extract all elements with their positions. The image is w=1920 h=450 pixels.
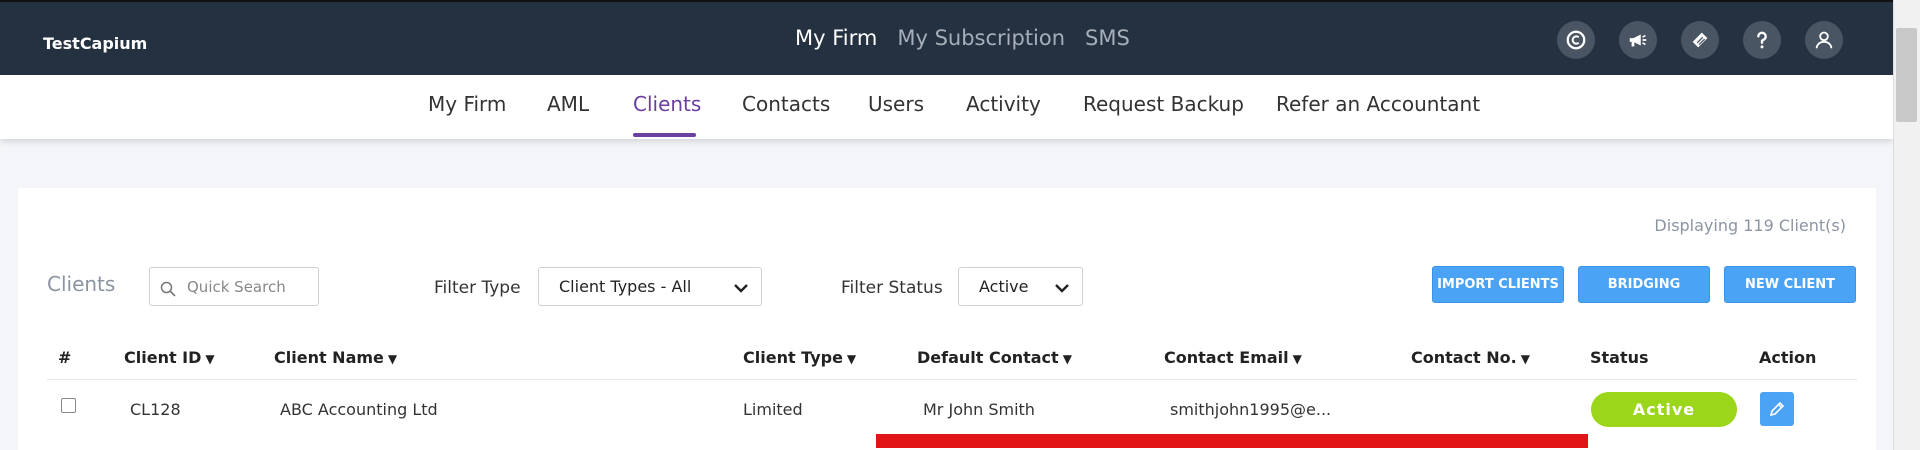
tab-users[interactable]: Users <box>868 92 924 116</box>
tab-my-firm[interactable]: My Firm <box>428 92 506 116</box>
chevron-down-icon <box>734 284 748 293</box>
import-clients-button[interactable]: IMPORT CLIENTS <box>1432 266 1564 303</box>
filter-status-select[interactable]: Active <box>958 267 1083 306</box>
quick-search-input[interactable]: Quick Search <box>149 267 319 306</box>
top-nav-sms[interactable]: SMS <box>1085 26 1130 50</box>
brand-name[interactable]: TestCapium <box>43 34 147 53</box>
sub-nav: My Firm AML Clients Contacts Users Activ… <box>0 75 1893 139</box>
bridging-button[interactable]: BRIDGING <box>1578 266 1710 303</box>
filter-status-label: Filter Status <box>841 278 943 298</box>
top-nav-my-firm[interactable]: My Firm <box>795 26 877 50</box>
cell-client-name[interactable]: ABC Accounting Ltd <box>280 400 438 419</box>
sort-icon[interactable]: ▼ <box>388 352 397 366</box>
tab-activity[interactable]: Activity <box>966 92 1041 116</box>
filter-type-label: Filter Type <box>434 278 521 298</box>
top-bar: TestCapium My Firm My Subscription SMS <box>0 0 1893 75</box>
sort-icon[interactable]: ▼ <box>847 352 856 366</box>
cell-client-id: CL128 <box>130 400 181 419</box>
header-divider <box>47 379 1857 380</box>
clients-card: Displaying 119 Client(s) Clients Quick S… <box>18 188 1876 450</box>
col-status: Status <box>1590 348 1649 367</box>
cell-contact-email: smithjohn1995@e... <box>1170 400 1332 419</box>
clients-heading: Clients <box>47 272 116 296</box>
search-placeholder: Quick Search <box>187 278 286 296</box>
filter-status-value: Active <box>979 277 1029 296</box>
sort-icon[interactable]: ▼ <box>1293 352 1302 366</box>
ticket-icon[interactable] <box>1681 21 1719 59</box>
new-client-button[interactable]: NEW CLIENT <box>1724 266 1856 303</box>
filter-type-select[interactable]: Client Types - All <box>538 267 762 306</box>
col-client-type-label: Client Type <box>743 348 843 367</box>
help-icon[interactable] <box>1743 21 1781 59</box>
tab-contacts[interactable]: Contacts <box>742 92 830 116</box>
col-client-id-label: Client ID <box>124 348 202 367</box>
redaction-bar <box>876 434 1588 448</box>
top-nav-my-subscription[interactable]: My Subscription <box>897 26 1065 50</box>
col-client-id[interactable]: Client ID ▼ <box>124 348 215 367</box>
search-icon <box>160 281 176 297</box>
tab-aml[interactable]: AML <box>547 92 589 116</box>
top-icons <box>1557 21 1843 59</box>
col-client-type[interactable]: Client Type ▼ <box>743 348 856 367</box>
user-icon[interactable] <box>1805 21 1843 59</box>
capium-icon[interactable] <box>1557 21 1595 59</box>
cell-default-contact: Mr John Smith <box>923 400 1035 419</box>
col-action: Action <box>1759 348 1817 367</box>
chevron-down-icon <box>1055 284 1069 293</box>
edit-button[interactable] <box>1760 392 1794 426</box>
active-tab-indicator <box>633 133 696 137</box>
sort-icon[interactable]: ▼ <box>1063 352 1072 366</box>
col-contact-no-label: Contact No. <box>1411 348 1517 367</box>
col-default-contact-label: Default Contact <box>917 348 1059 367</box>
row-checkbox[interactable] <box>61 398 76 413</box>
col-contact-email[interactable]: Contact Email ▼ <box>1164 348 1302 367</box>
status-badge[interactable]: Active <box>1591 392 1737 427</box>
scrollbar-thumb[interactable] <box>1896 28 1917 122</box>
col-default-contact[interactable]: Default Contact ▼ <box>917 348 1072 367</box>
megaphone-icon[interactable] <box>1619 21 1657 59</box>
sort-icon[interactable]: ▼ <box>205 352 214 366</box>
tab-clients[interactable]: Clients <box>633 92 701 116</box>
tab-refer-an-accountant[interactable]: Refer an Accountant <box>1276 92 1480 116</box>
tab-request-backup[interactable]: Request Backup <box>1083 92 1244 116</box>
pencil-icon <box>1769 401 1785 417</box>
col-number: # <box>58 348 72 367</box>
filter-type-value: Client Types - All <box>559 277 692 296</box>
col-client-name[interactable]: Client Name ▼ <box>274 348 397 367</box>
sort-icon[interactable]: ▼ <box>1521 352 1530 366</box>
col-contact-no[interactable]: Contact No. ▼ <box>1411 348 1530 367</box>
col-client-name-label: Client Name <box>274 348 384 367</box>
client-count: Displaying 119 Client(s) <box>1654 216 1846 235</box>
cell-client-type: Limited <box>743 400 803 419</box>
top-nav: My Firm My Subscription SMS <box>795 26 1130 50</box>
col-contact-email-label: Contact Email <box>1164 348 1289 367</box>
